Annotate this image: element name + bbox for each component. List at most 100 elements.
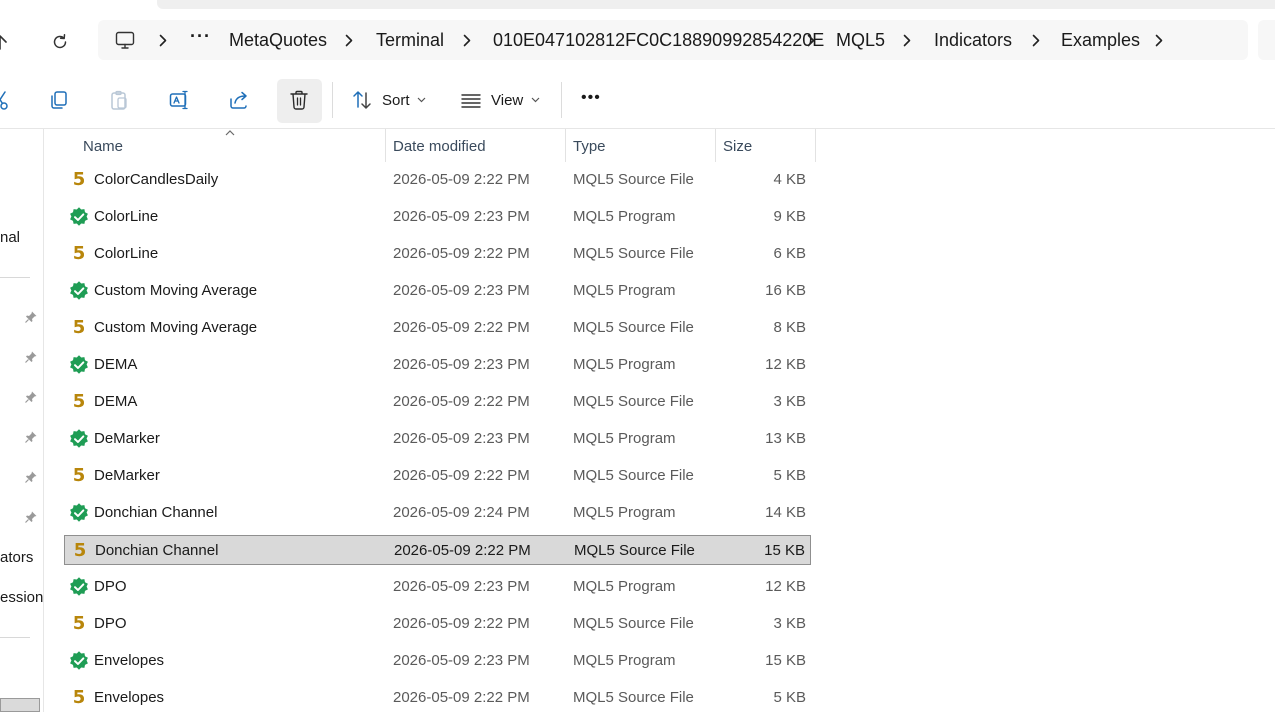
breadcrumb-item-examples[interactable]: Examples <box>1061 30 1140 50</box>
file-type: MQL5 Program <box>573 282 676 299</box>
file-date-modified: 2026-05-09 2:23 PM <box>393 208 530 225</box>
refresh-icon[interactable] <box>44 26 76 58</box>
view-icon[interactable] <box>460 89 482 111</box>
file-size: 13 KB <box>765 430 806 447</box>
breadcrumb-item-terminal[interactable]: Terminal <box>376 30 444 50</box>
file-row[interactable]: 5 DEMA 2026-05-09 2:22 PM MQL5 Source File 3… <box>64 387 811 417</box>
file-date-modified: 2026-05-09 2:22 PM <box>393 689 530 706</box>
pin-icon[interactable] <box>24 390 38 404</box>
chevron-right-icon[interactable] <box>1029 32 1043 48</box>
pin-icon[interactable] <box>24 470 38 484</box>
file-date-modified: 2026-05-09 2:22 PM <box>393 467 530 484</box>
file-row[interactable]: 5 DPO 2026-05-09 2:22 PM MQL5 Source File 3 … <box>64 609 811 639</box>
breadcrumb-item-terminal-id[interactable]: 010E047102812FC0C18890992854220E <box>493 30 824 50</box>
file-row[interactable]: ColorLine 2026-05-09 2:23 PM MQL5 Program 9… <box>64 202 811 232</box>
sort-button[interactable]: Sort <box>382 92 410 110</box>
more-options-button[interactable]: ••• <box>581 89 601 107</box>
pin-icon[interactable] <box>24 510 38 524</box>
mql5-five-glyph: 5 <box>73 540 87 561</box>
column-divider[interactable] <box>815 129 816 162</box>
rename-icon[interactable] <box>168 89 190 111</box>
paste-icon[interactable] <box>108 89 130 111</box>
file-row[interactable]: Donchian Channel 2026-05-09 2:24 PM MQL5 P… <box>64 498 811 528</box>
file-date-modified: 2026-05-09 2:23 PM <box>393 430 530 447</box>
file-size: 4 KB <box>773 171 806 188</box>
share-icon[interactable] <box>228 89 250 111</box>
mql5-program-icon <box>69 503 89 523</box>
trash-icon[interactable] <box>288 89 310 111</box>
file-type: MQL5 Source File <box>573 319 694 336</box>
column-header-date[interactable]: Date modified <box>393 138 486 155</box>
file-row[interactable]: 5 Donchian Channel 2026-05-09 2:22 PM MQL5 … <box>64 535 811 565</box>
file-row[interactable]: Custom Moving Average 2026-05-09 2:23 PM M… <box>64 276 811 306</box>
mql5-program-icon <box>69 207 89 227</box>
file-type: MQL5 Program <box>573 504 676 521</box>
column-divider[interactable] <box>385 129 386 162</box>
address-row: ··· MetaQuotes Terminal 010E047102812FC0… <box>0 12 1275 70</box>
file-row[interactable]: DEMA 2026-05-09 2:23 PM MQL5 Program 12 KB <box>64 350 811 380</box>
breadcrumb-item-indicators[interactable]: Indicators <box>934 30 1012 50</box>
file-row[interactable]: 5 ColorLine 2026-05-09 2:22 PM MQL5 Source … <box>64 239 811 269</box>
file-name: Envelopes <box>94 652 165 669</box>
chevron-down-icon[interactable] <box>417 97 426 103</box>
file-date-modified: 2026-05-09 2:23 PM <box>393 356 530 373</box>
chevron-right-icon[interactable] <box>900 32 914 48</box>
mql5-program-icon <box>69 281 89 301</box>
column-divider[interactable] <box>715 129 716 162</box>
column-divider[interactable] <box>565 129 566 162</box>
mql5-source-icon: 5 <box>69 170 89 190</box>
column-header-type[interactable]: Type <box>573 138 606 155</box>
mql5-program-icon <box>69 355 89 375</box>
up-arrow-icon[interactable] <box>0 26 16 58</box>
breadcrumb-overflow[interactable]: ··· <box>190 26 211 47</box>
file-row[interactable]: 5 ColorCandlesDaily 2026-05-09 2:22 PM MQL5… <box>64 165 811 195</box>
pin-icon[interactable] <box>24 310 38 324</box>
file-name: Envelopes <box>94 689 165 706</box>
nav-item-terminal[interactable]: nal <box>0 229 20 247</box>
chevron-right-icon[interactable] <box>156 32 170 48</box>
breadcrumb-item-mql5[interactable]: MQL5 <box>836 30 885 50</box>
file-size: 5 KB <box>773 689 806 706</box>
chevron-right-icon[interactable] <box>342 32 356 48</box>
file-row[interactable]: Envelopes 2026-05-09 2:23 PM MQL5 Program 1… <box>64 646 811 676</box>
file-size: 16 KB <box>765 282 806 299</box>
computer-icon[interactable] <box>114 29 136 51</box>
chevron-down-icon[interactable] <box>531 97 540 103</box>
column-header-row: Name Date modified Type Size <box>44 129 1275 162</box>
file-row[interactable]: DPO 2026-05-09 2:23 PM MQL5 Program 12 KB <box>64 572 811 602</box>
column-header-size[interactable]: Size <box>723 138 752 155</box>
file-type: MQL5 Program <box>573 652 676 669</box>
file-type: MQL5 Program <box>573 356 676 373</box>
file-row[interactable]: DeMarker 2026-05-09 2:23 PM MQL5 Program 13… <box>64 424 811 454</box>
nav-item-indicators[interactable]: ators <box>0 549 33 567</box>
chevron-right-icon[interactable] <box>460 32 474 48</box>
breadcrumb-item-metaquotes[interactable]: MetaQuotes <box>229 30 327 50</box>
cut-icon[interactable] <box>0 89 12 111</box>
file-row[interactable]: 5 Custom Moving Average 2026-05-09 2:22 PM… <box>64 313 811 343</box>
nav-item-session[interactable]: ession <box>0 589 43 607</box>
chevron-right-icon[interactable] <box>1152 32 1166 48</box>
file-type: MQL5 Program <box>573 430 676 447</box>
sort-ascending-icon <box>225 130 235 136</box>
file-date-modified: 2026-05-09 2:23 PM <box>393 282 530 299</box>
tab-strip[interactable] <box>157 0 1275 9</box>
file-row[interactable]: 5 Envelopes 2026-05-09 2:22 PM MQL5 Source … <box>64 683 811 712</box>
nav-item-selected[interactable] <box>0 698 40 712</box>
copy-icon[interactable] <box>48 89 70 111</box>
search-box[interactable] <box>1258 20 1275 60</box>
toolbar-separator <box>561 82 562 118</box>
chevron-right-icon[interactable] <box>804 32 818 48</box>
mql5-program-icon <box>69 577 89 597</box>
file-type: MQL5 Source File <box>573 393 694 410</box>
pin-icon[interactable] <box>24 430 38 444</box>
navigation-pane: nal ators ession <box>0 129 44 712</box>
mql5-program-icon <box>69 651 89 671</box>
file-row[interactable]: 5 DeMarker 2026-05-09 2:22 PM MQL5 Source F… <box>64 461 811 491</box>
file-size: 15 KB <box>765 652 806 669</box>
column-header-name[interactable]: Name <box>83 138 123 155</box>
sort-icon[interactable] <box>351 89 373 111</box>
breadcrumb[interactable]: ··· MetaQuotes Terminal 010E047102812FC0… <box>98 20 1248 60</box>
pin-icon[interactable] <box>24 350 38 364</box>
mql5-source-icon: 5 <box>70 541 90 561</box>
view-button[interactable]: View <box>491 92 523 110</box>
